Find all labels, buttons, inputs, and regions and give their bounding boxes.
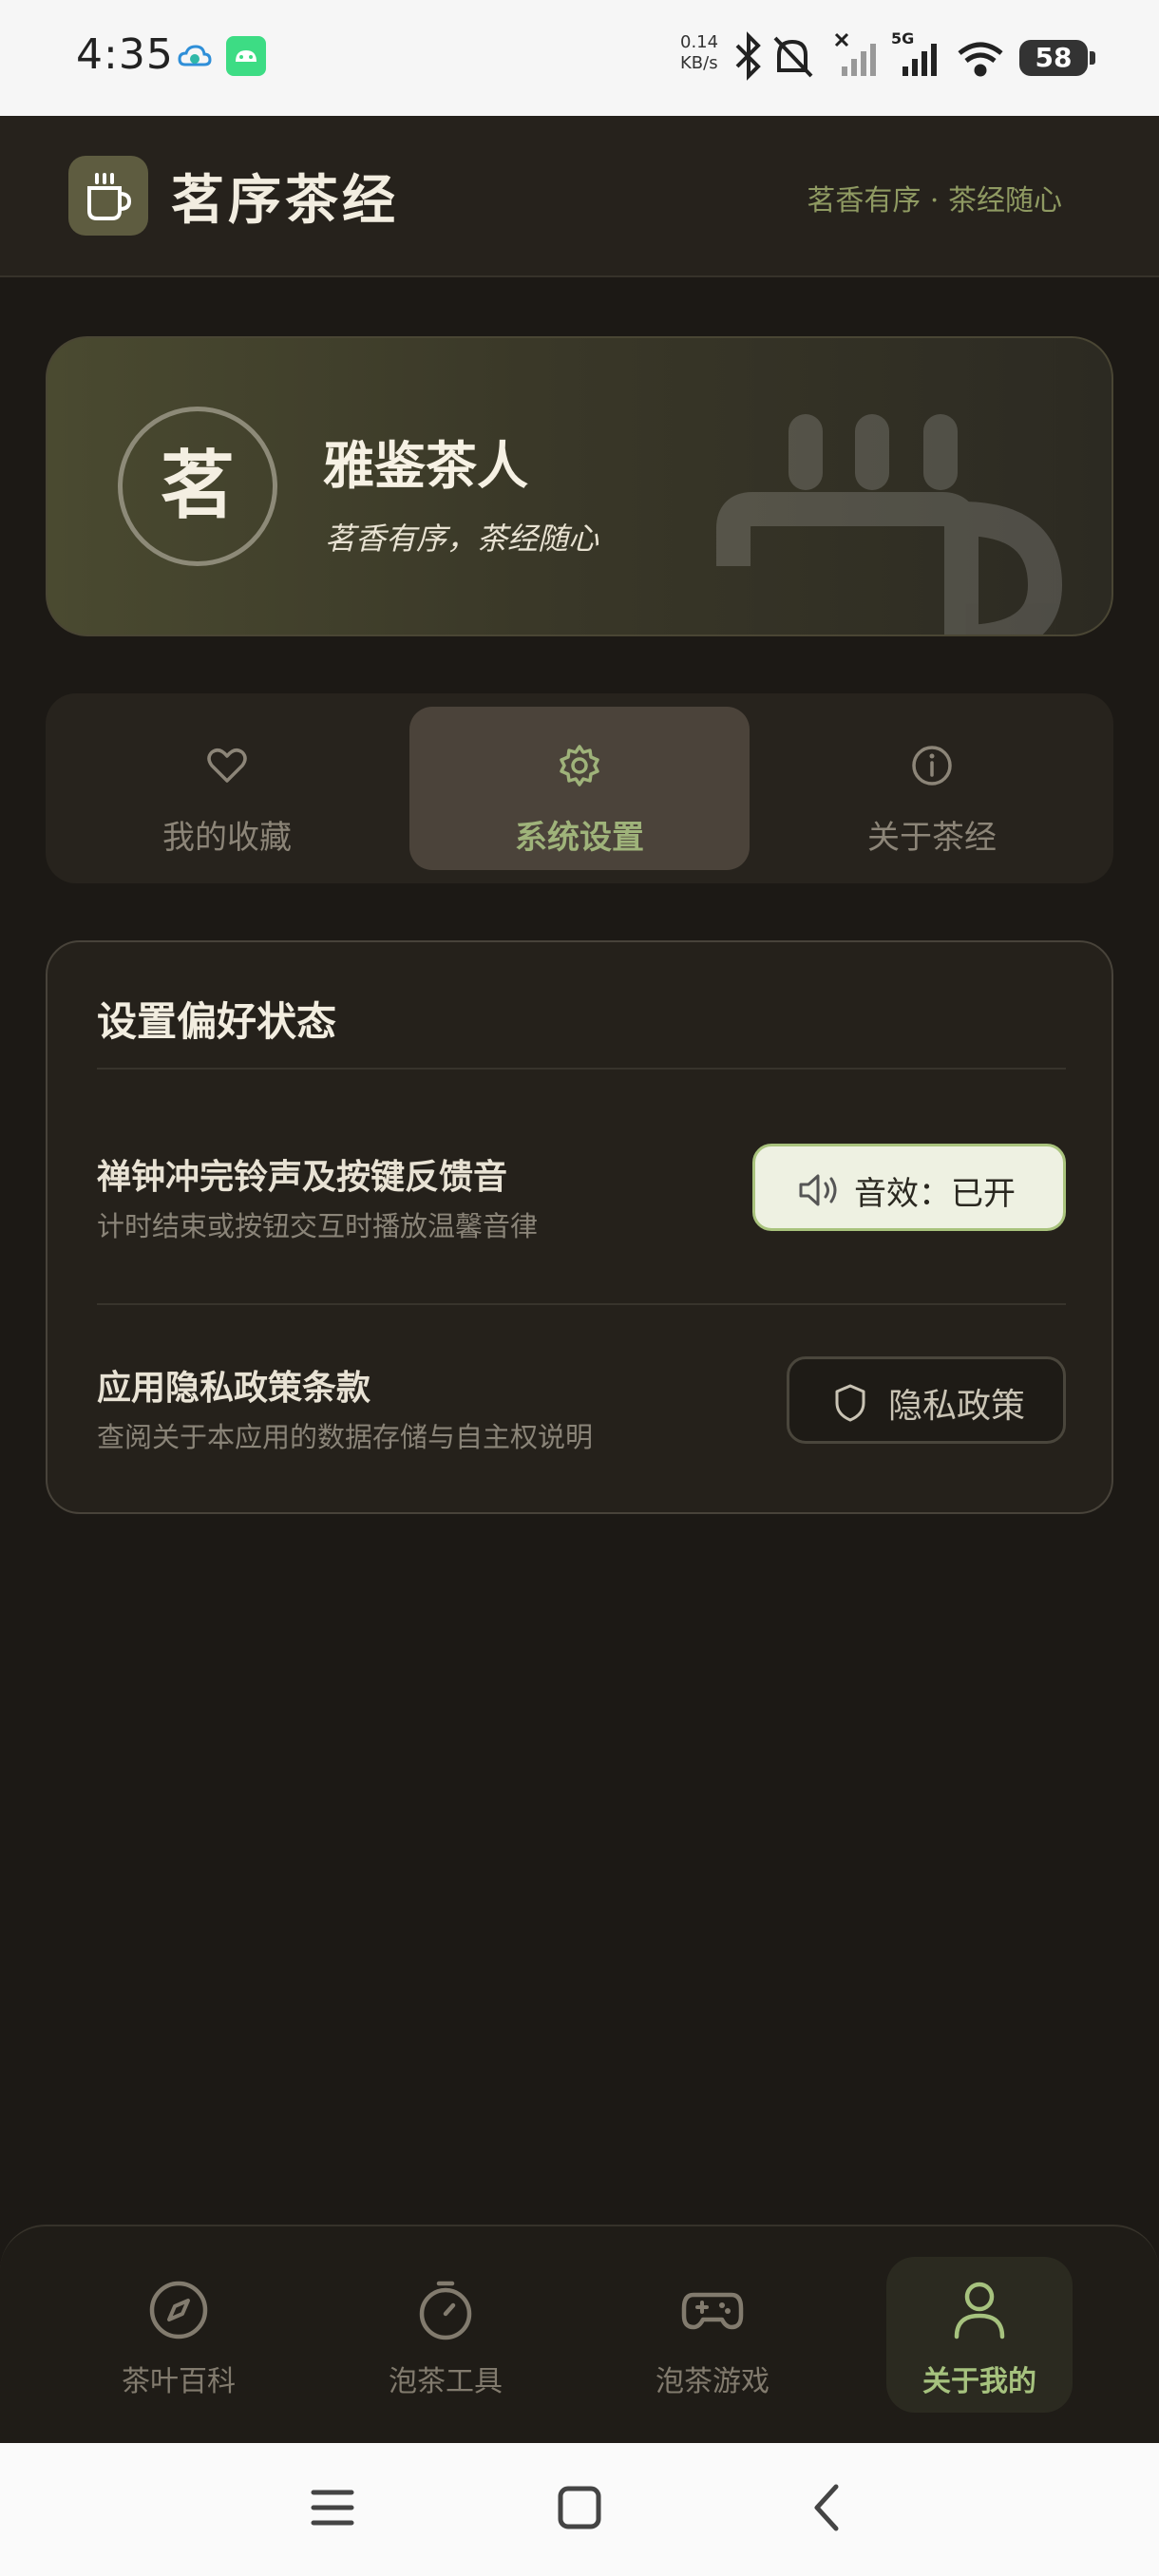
bluetooth-icon: [735, 31, 761, 81]
nav-brewing-tools-label: 泡茶工具: [389, 2365, 503, 2398]
sound-toggle-label: 音效：已开: [854, 1175, 1016, 1213]
status-time: 4:35: [76, 30, 174, 79]
tab-favorites[interactable]: 我的收藏: [57, 707, 397, 870]
privacy-setting-desc: 查阅关于本应用的数据存储与自主权说明: [97, 1421, 594, 1453]
info-icon: [912, 746, 952, 786]
user-icon: [954, 2282, 1005, 2339]
privacy-policy-button[interactable]: 隐私政策: [787, 1356, 1066, 1444]
shield-icon: [835, 1384, 865, 1422]
timer-icon: [419, 2281, 472, 2340]
app-slogan: 茗香有序 · 茶经随心: [807, 184, 1062, 218]
nav-tea-games-label: 泡茶游戏: [656, 2365, 770, 2398]
nav-about-me-label: 关于我的: [922, 2365, 1036, 2398]
menu-icon[interactable]: [308, 2481, 357, 2534]
app-logo-icon: [68, 156, 148, 236]
tea-cup-watermark-icon: [716, 414, 1063, 635]
wifi-icon: [958, 42, 1003, 77]
compass-icon: [149, 2281, 208, 2339]
nav-tea-encyclopedia-label: 茶叶百科: [122, 2365, 236, 2398]
settings-card: 设置偏好状态 禅钟冲完铃声及按键反馈音 计时结束或按钮交互时播放温馨音律 音效：…: [46, 940, 1113, 1514]
net-speed-unit: KB/s: [680, 53, 718, 73]
back-icon[interactable]: [804, 2481, 853, 2534]
android-icon: [226, 36, 266, 76]
bottom-nav: 茶叶百科 泡茶工具 泡茶游戏 关于我的: [0, 2225, 1159, 2443]
system-navigation-bar: [0, 2443, 1159, 2576]
profile-tabs: 我的收藏 系统设置 关于茶经: [46, 693, 1113, 883]
network-speed: 0.14 KB/s: [680, 32, 718, 74]
sound-setting-title: 禅钟冲完铃声及按键反馈音: [97, 1158, 508, 1197]
tab-favorites-label: 我的收藏: [162, 819, 292, 857]
privacy-policy-label: 隐私政策: [888, 1387, 1026, 1426]
speaker-icon: [799, 1174, 837, 1206]
net-speed-value: 0.14: [680, 32, 719, 52]
profile-name: 雅鉴茶人: [323, 435, 528, 496]
svg-text:5G: 5G: [891, 29, 914, 47]
privacy-setting-title: 应用隐私政策条款: [97, 1369, 371, 1408]
home-icon[interactable]: [555, 2481, 604, 2534]
sound-setting-desc: 计时结束或按钮交互时播放温馨音律: [97, 1210, 539, 1242]
divider: [97, 1068, 1066, 1070]
5g-signal-icon: 5G: [891, 29, 937, 76]
mute-icon: [773, 36, 813, 78]
avatar[interactable]: 茗: [118, 407, 277, 566]
nav-brewing-tools[interactable]: 泡茶工具: [352, 2257, 539, 2413]
battery-icon: 58: [1019, 40, 1095, 76]
gear-icon: [560, 745, 599, 786]
sound-toggle-button[interactable]: 音效：已开: [752, 1144, 1066, 1231]
settings-title: 设置偏好状态: [97, 998, 337, 1045]
app-header: 茗序茶经 茗香有序 · 茶经随心: [0, 116, 1159, 277]
gamepad-icon: [681, 2292, 744, 2330]
heart-icon: [207, 748, 247, 783]
nav-tea-encyclopedia[interactable]: 茶叶百科: [86, 2257, 272, 2413]
status-bar: 4:35 0.14 KB/s 5G 58: [0, 0, 1159, 116]
app-title: 茗序茶经: [171, 169, 399, 232]
tab-settings-label: 系统设置: [515, 819, 644, 857]
nav-about-me[interactable]: 关于我的: [886, 2257, 1073, 2413]
profile-motto: 茗香有序，茶经随心: [325, 521, 599, 557]
tab-settings[interactable]: 系统设置: [409, 707, 750, 870]
signal-off-icon: [834, 32, 876, 76]
tab-about-label: 关于茶经: [867, 819, 997, 857]
cloud-icon: [178, 45, 212, 66]
divider: [97, 1303, 1066, 1305]
nav-tea-games[interactable]: 泡茶游戏: [619, 2257, 806, 2413]
tab-about[interactable]: 关于茶经: [762, 707, 1102, 870]
profile-card: 茗 雅鉴茶人 茗香有序，茶经随心: [46, 336, 1113, 636]
